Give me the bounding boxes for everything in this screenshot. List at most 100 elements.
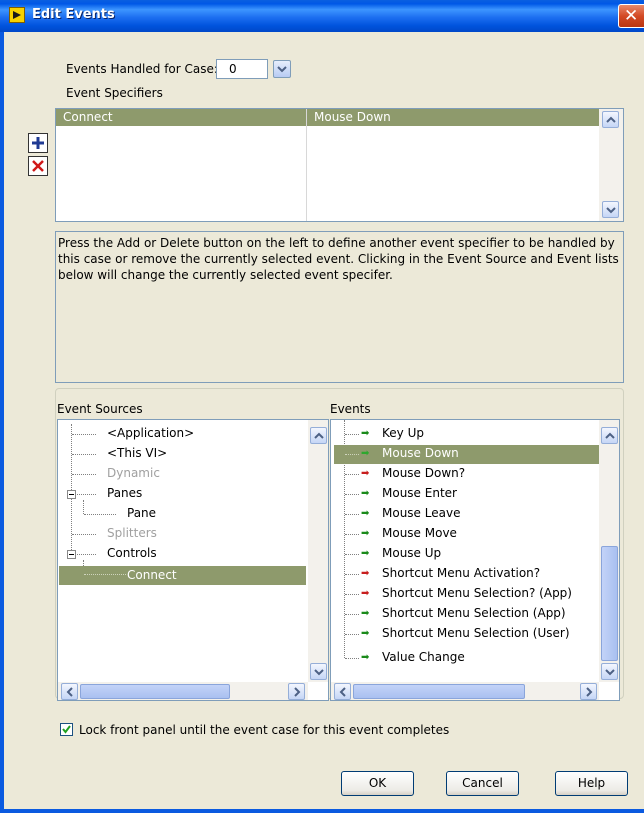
lock-front-panel-label[interactable]: Lock front panel until the event case fo…: [79, 723, 449, 737]
specifier-source-cell[interactable]: Connect: [56, 109, 306, 126]
event-specifiers-label: Event Specifiers: [66, 86, 163, 100]
tree-line: [345, 534, 359, 535]
chevron-down-icon: [605, 669, 615, 676]
tree-line: [345, 494, 359, 495]
checkmark-icon: [62, 725, 71, 734]
case-selector-field[interactable]: 0: [216, 59, 268, 79]
green-arrow-icon: ➡: [361, 508, 370, 519]
tree-line: [84, 514, 116, 515]
tree-item-dynamic[interactable]: Dynamic: [107, 466, 160, 480]
sources-scroll-right-button[interactable]: [288, 683, 305, 700]
labview-icon: [9, 7, 25, 23]
event-item-mouse-leave[interactable]: Mouse Leave: [382, 506, 460, 520]
green-arrow-icon: ➡: [361, 428, 370, 439]
event-item-shortcut-selection-app-filter[interactable]: Shortcut Menu Selection? (App): [382, 586, 572, 600]
events-scroll-up-button[interactable]: [601, 427, 618, 444]
tree-item-pane[interactable]: Pane: [127, 506, 156, 520]
sources-scroll-down-button[interactable]: [310, 663, 327, 680]
events-list[interactable]: ➡ Key Up ➡ Mouse Down ➡ Mouse Down? ➡ Mo…: [330, 419, 620, 701]
help-button[interactable]: Help: [555, 771, 628, 796]
title-bar[interactable]: Edit Events ✕: [0, 0, 644, 32]
case-selector-value: 0: [229, 62, 237, 76]
window-frame-left: [0, 32, 4, 813]
chevron-right-icon: [586, 687, 593, 697]
collapse-icon[interactable]: [67, 550, 76, 559]
tree-line: [83, 500, 84, 514]
window-frame-bottom: [0, 809, 644, 813]
plus-icon: [31, 136, 45, 150]
case-dropdown-button[interactable]: [273, 60, 291, 78]
handled-case-label: Events Handled for Case:: [66, 62, 218, 76]
chevron-down-icon: [606, 207, 616, 214]
red-arrow-icon: ➡: [361, 468, 370, 479]
red-arrow-icon: ➡: [361, 588, 370, 599]
tree-line: [77, 494, 96, 495]
tree-line: [345, 594, 359, 595]
tree-item-splitters[interactable]: Splitters: [107, 526, 157, 540]
tree-line: [345, 514, 359, 515]
sources-hscroll-thumb[interactable]: [80, 684, 230, 699]
event-item-mouse-move[interactable]: Mouse Move: [382, 526, 457, 540]
tree-line: [345, 658, 359, 659]
events-scroll-left-button[interactable]: [334, 683, 351, 700]
green-arrow-icon: ➡: [361, 628, 370, 639]
specifiers-scroll-down-button[interactable]: [602, 201, 619, 218]
green-arrow-icon: ➡: [361, 448, 370, 459]
sources-scroll-up-button[interactable]: [310, 427, 327, 444]
events-scroll-down-button[interactable]: [601, 663, 618, 680]
event-item-value-change[interactable]: Value Change: [382, 650, 465, 664]
tree-line: [72, 534, 96, 535]
green-arrow-icon: ➡: [361, 528, 370, 539]
tree-line: [84, 574, 126, 575]
green-arrow-icon: ➡: [361, 488, 370, 499]
close-button[interactable]: ✕: [618, 4, 644, 28]
event-specifiers-list[interactable]: Connect Mouse Down: [55, 108, 624, 222]
selected-event-highlight: [334, 445, 599, 464]
delete-specifier-button[interactable]: [28, 156, 48, 176]
help-description: Press the Add or Delete button on the le…: [55, 231, 624, 383]
chevron-left-icon: [339, 687, 346, 697]
event-item-shortcut-selection-user[interactable]: Shortcut Menu Selection (User): [382, 626, 570, 640]
sources-vscrollbar[interactable]: [308, 420, 328, 682]
sources-scroll-left-button[interactable]: [61, 683, 78, 700]
green-arrow-icon: ➡: [361, 608, 370, 619]
event-item-mouse-up[interactable]: Mouse Up: [382, 546, 441, 560]
tree-item-this-vi[interactable]: <This VI>: [107, 446, 167, 460]
event-item-mouse-enter[interactable]: Mouse Enter: [382, 486, 457, 500]
event-item-shortcut-activation-filter[interactable]: Shortcut Menu Activation?: [382, 566, 540, 580]
events-vscroll-thumb[interactable]: [601, 546, 618, 661]
green-arrow-icon: ➡: [361, 652, 370, 663]
tree-line: [345, 574, 359, 575]
collapse-icon[interactable]: [67, 490, 76, 499]
event-item-key-up[interactable]: Key Up: [382, 426, 424, 440]
green-arrow-icon: ➡: [361, 548, 370, 559]
event-sources-tree[interactable]: <Application> <This VI> Dynamic Panes Pa…: [57, 419, 329, 701]
event-item-shortcut-selection-app[interactable]: Shortcut Menu Selection (App): [382, 606, 566, 620]
tree-item-panes[interactable]: Panes: [107, 486, 142, 500]
specifiers-scroll-up-button[interactable]: [602, 111, 619, 128]
tree-line: [345, 614, 359, 615]
tree-line: [345, 434, 359, 435]
tree-line: [72, 434, 96, 435]
events-scroll-right-button[interactable]: [580, 683, 597, 700]
tree-line: [345, 454, 359, 455]
specifier-event-cell[interactable]: Mouse Down: [307, 109, 600, 126]
event-item-mouse-down[interactable]: Mouse Down: [382, 446, 459, 460]
lock-front-panel-checkbox[interactable]: [60, 723, 73, 736]
chevron-left-icon: [66, 687, 73, 697]
chevron-up-icon: [605, 432, 615, 439]
tree-line: [72, 474, 96, 475]
events-hscroll-thumb[interactable]: [353, 684, 525, 699]
tree-line: [345, 474, 359, 475]
event-item-mouse-down-filter[interactable]: Mouse Down?: [382, 466, 465, 480]
chevron-down-icon: [314, 669, 324, 676]
cancel-button[interactable]: Cancel: [446, 771, 519, 796]
tree-item-connect[interactable]: Connect: [127, 568, 177, 582]
tree-item-controls[interactable]: Controls: [107, 546, 157, 560]
window-title: Edit Events: [32, 7, 115, 22]
red-arrow-icon: ➡: [361, 568, 370, 579]
ok-button[interactable]: OK: [341, 771, 414, 796]
tree-item-application[interactable]: <Application>: [107, 426, 194, 440]
delete-x-icon: [32, 160, 44, 172]
add-specifier-button[interactable]: [28, 133, 48, 153]
